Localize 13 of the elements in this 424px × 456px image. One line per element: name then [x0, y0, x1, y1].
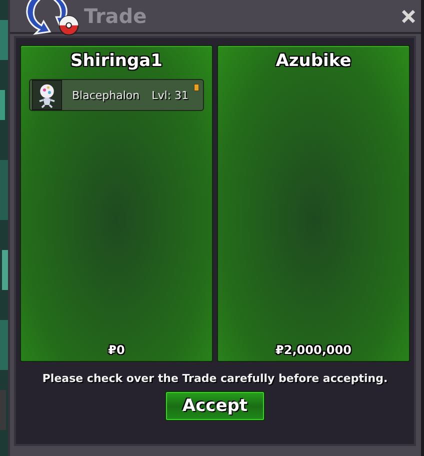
money-amount: ₽2,000,000 — [276, 343, 352, 357]
accept-button[interactable]: Accept — [165, 391, 265, 421]
trader-name: Shiringa1 — [70, 51, 162, 71]
window-title: Trade — [84, 4, 148, 28]
notice-text: Please check over the Trade carefully before accepting. — [42, 372, 388, 385]
pokemon-name: Blacephalon — [72, 88, 140, 102]
pokemon-level: Lvl: 31 — [152, 88, 189, 102]
creature-icon — [32, 80, 62, 110]
pokemon-slot[interactable]: Blacephalon Lvl: 31 — [29, 79, 204, 111]
money-amount: ₽0 — [108, 343, 125, 357]
item-tag-icon — [194, 84, 199, 91]
close-icon[interactable] — [402, 10, 415, 22]
trader-name: Azubike — [276, 51, 352, 71]
